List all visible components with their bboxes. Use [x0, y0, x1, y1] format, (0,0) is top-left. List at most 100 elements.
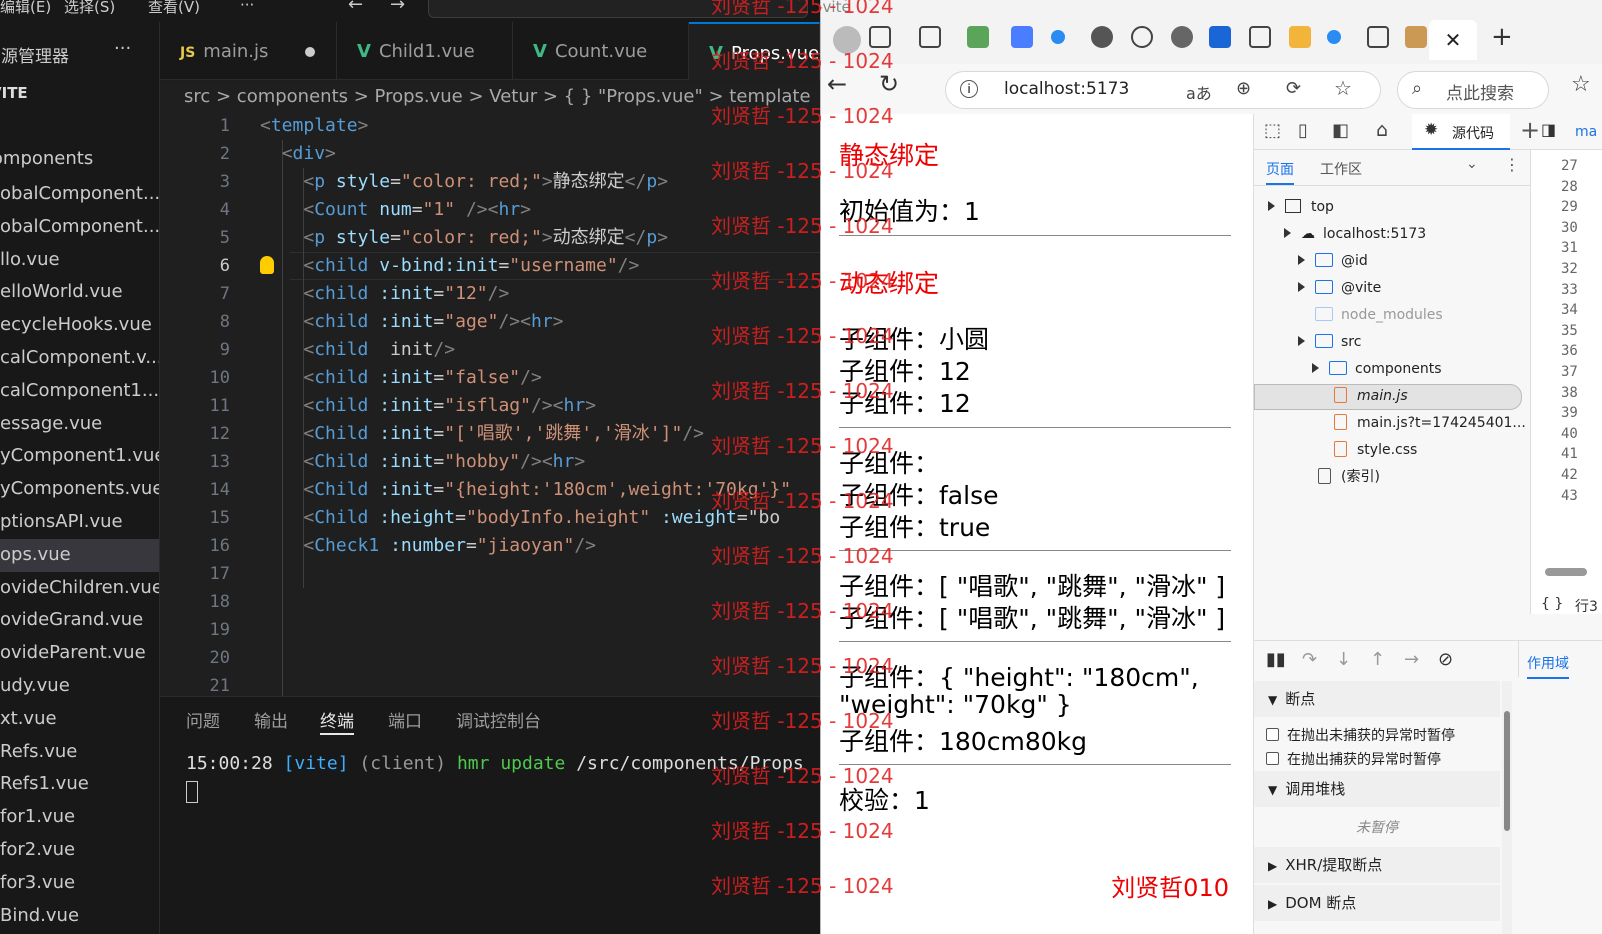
tab-favicon-icon[interactable] [1011, 26, 1033, 48]
tree-node-modules[interactable]: node_modules [1315, 302, 1443, 328]
panel-toggle-icon[interactable]: ◨ [1541, 120, 1556, 139]
sidebar-file[interactable]: ops.vue [0, 538, 159, 572]
sidebar-file[interactable]: obalComponent... [0, 211, 159, 244]
pause-uncaught-row[interactable]: 在抛出未捕获的异常时暂停 [1266, 725, 1455, 745]
sidebar-file[interactable]: obalComponent.... [0, 178, 159, 211]
globe-tab-icon[interactable] [1131, 26, 1153, 48]
tree-main-js[interactable]: main.js [1334, 383, 1408, 409]
zoom-icon[interactable]: ⊕ [1236, 78, 1251, 99]
sidebar-file[interactable]: yComponent1.vue [0, 440, 159, 473]
panel-tab-output[interactable]: 输出 [254, 707, 288, 735]
horizontal-scrollbar[interactable] [1545, 568, 1587, 576]
sidebar-file[interactable]: ovideGrand.vue [0, 604, 159, 637]
code-line[interactable]: <Child :init="['唱歌','跳舞','滑冰']"/> [260, 420, 704, 448]
forward-arrow-icon[interactable]: → [390, 0, 405, 15]
code-line[interactable]: <Check1 :number="jiaoyan"/> [260, 532, 596, 560]
step-over-icon[interactable]: ↷ [1302, 649, 1317, 670]
step-into-icon[interactable]: ↓ [1336, 649, 1351, 670]
tree-id[interactable]: @id [1298, 248, 1368, 274]
pause-icon[interactable]: ▮▮ [1266, 649, 1286, 670]
debugger-scrollbar[interactable] [1502, 681, 1512, 934]
globe-tab-icon[interactable] [1091, 26, 1113, 48]
scrollbar-thumb[interactable] [1504, 711, 1510, 831]
section-breakpoints[interactable]: ▼ 断点 [1254, 681, 1500, 717]
code-line[interactable]: <p style="color: red;">静态绑定</p> [260, 168, 668, 196]
browser-tab-title[interactable]: hello-vite [821, 0, 851, 16]
tab-page[interactable]: 页面 [1266, 159, 1294, 185]
favorite-star-icon[interactable]: ☆ [1334, 76, 1352, 100]
command-center[interactable] [428, 0, 808, 18]
braces-icon[interactable]: { } [1541, 596, 1563, 612]
breadcrumb[interactable]: src > components > Props.vue > Vetur > {… [160, 82, 820, 112]
checkbox[interactable] [1266, 752, 1279, 765]
sidebar-file[interactable]: yComponents.vue [0, 473, 159, 506]
inspect-icon[interactable]: ⬚ [1264, 120, 1281, 141]
sidebar-file[interactable]: ecycleHooks.vue [0, 309, 159, 342]
code-line[interactable]: <child v-bind:init="username"/> [260, 252, 639, 280]
sidebar-file[interactable]: calComponent.v... [0, 342, 159, 375]
sidebar-toggle-icon[interactable]: ◧ [1332, 120, 1349, 141]
code-line[interactable]: <Child :init="hobby"/><hr> [260, 448, 585, 476]
chevron-down-icon[interactable]: ⌄ [1466, 156, 1478, 172]
terminal-output[interactable]: 15:00:28 [vite] (client) hmr update /src… [186, 753, 804, 774]
device-icon[interactable]: ▯ [1298, 120, 1308, 141]
sidebar-file[interactable]: elloWorld.vue [0, 276, 159, 309]
project-name[interactable]: VITE [0, 84, 28, 102]
globe-tab-icon[interactable] [1171, 26, 1193, 48]
profile-avatar[interactable] [833, 26, 861, 54]
home-icon[interactable]: ⌂ [1376, 119, 1388, 141]
tree-main-js-t[interactable]: main.js?t=174245401... [1334, 410, 1526, 436]
step-icon[interactable]: → [1404, 649, 1419, 670]
sidebar-file[interactable]: ptionsAPI.vue [0, 506, 159, 539]
code-line[interactable]: <p style="color: red;">动态绑定</p> [260, 224, 668, 252]
info-icon[interactable]: i [960, 80, 978, 98]
search-tab-icon[interactable] [1327, 30, 1341, 44]
code-editor[interactable]: 1 <template> 2 <div> 3 <p style="color: red… [160, 112, 820, 696]
new-tab-icon[interactable]: + [1491, 22, 1513, 52]
sidebar-file[interactable]: essage.vue [0, 408, 159, 441]
reload-icon[interactable]: ↻ [879, 70, 899, 98]
sidebar-file[interactable]: for3.vue [0, 867, 159, 900]
panel-tab-debug-console[interactable]: 调试控制台 [456, 707, 541, 735]
calendar-tab-icon[interactable] [1249, 26, 1271, 48]
code-line[interactable]: <child :init="false"/> [260, 364, 541, 392]
collections-icon[interactable] [869, 26, 891, 48]
open-file-tab[interactable]: ma [1575, 124, 1597, 140]
tree-components[interactable]: components [1312, 356, 1442, 382]
back-icon[interactable]: ← [827, 70, 847, 98]
tab-favicon-icon[interactable] [1209, 26, 1231, 48]
image-tab-icon[interactable] [1405, 26, 1427, 48]
sidebar-file[interactable]: Refs1.vue [0, 768, 159, 801]
tree-index[interactable]: (索引) [1318, 464, 1380, 490]
sidebar-file[interactable]: Bind.vue [0, 900, 159, 933]
code-line[interactable]: <div> [260, 140, 336, 168]
panel-tab-terminal[interactable]: 终端 [320, 707, 354, 735]
sidebar-file[interactable]: xt.vue [0, 703, 159, 736]
calendar-tab-icon[interactable] [1367, 26, 1389, 48]
menu-select[interactable]: 选择(S) [64, 0, 115, 17]
panel-tab-ports[interactable]: 端口 [388, 707, 422, 735]
tree-localhost[interactable]: ☁ localhost:5173 [1284, 221, 1426, 247]
tab-favicon-icon[interactable] [1289, 26, 1311, 48]
code-line[interactable]: <child :init="age"/><hr> [260, 308, 563, 336]
pause-caught-row[interactable]: 在抛出捕获的异常时暂停 [1266, 749, 1441, 769]
deactivate-breakpoints-icon[interactable]: ⊘ [1438, 649, 1453, 670]
close-tab-icon[interactable]: ✕ [1429, 20, 1477, 60]
code-line[interactable]: <child init/> [260, 336, 455, 364]
tab-main-js[interactable]: JS main.js [160, 22, 337, 80]
code-line[interactable]: <child :init="12"/> [260, 280, 509, 308]
back-arrow-icon[interactable]: ← [348, 0, 363, 15]
edge-refresh-icon[interactable]: ⟳ [1286, 78, 1301, 99]
sidebar-file[interactable]: calComponent1.... [0, 375, 159, 408]
sidebar-file[interactable]: ovideParent.vue [0, 637, 159, 670]
section-xhr[interactable]: ▶ XHR/提取断点 [1254, 847, 1500, 883]
unsaved-dot-icon[interactable] [305, 47, 315, 57]
code-line[interactable]: <Count num="1" /><hr> [260, 196, 531, 224]
panel-tab-problems[interactable]: 问题 [186, 707, 220, 735]
tab-child1-vue[interactable]: V Child1.vue [337, 22, 513, 80]
kebab-menu-icon[interactable]: ⋮ [1504, 155, 1520, 174]
tab-count-vue[interactable]: V Count.vue [513, 22, 689, 80]
tab-sources[interactable]: ✹ 源代码 [1412, 114, 1510, 150]
tab-favicon-icon[interactable] [967, 26, 989, 48]
step-out-icon[interactable]: ↑ [1370, 649, 1385, 670]
